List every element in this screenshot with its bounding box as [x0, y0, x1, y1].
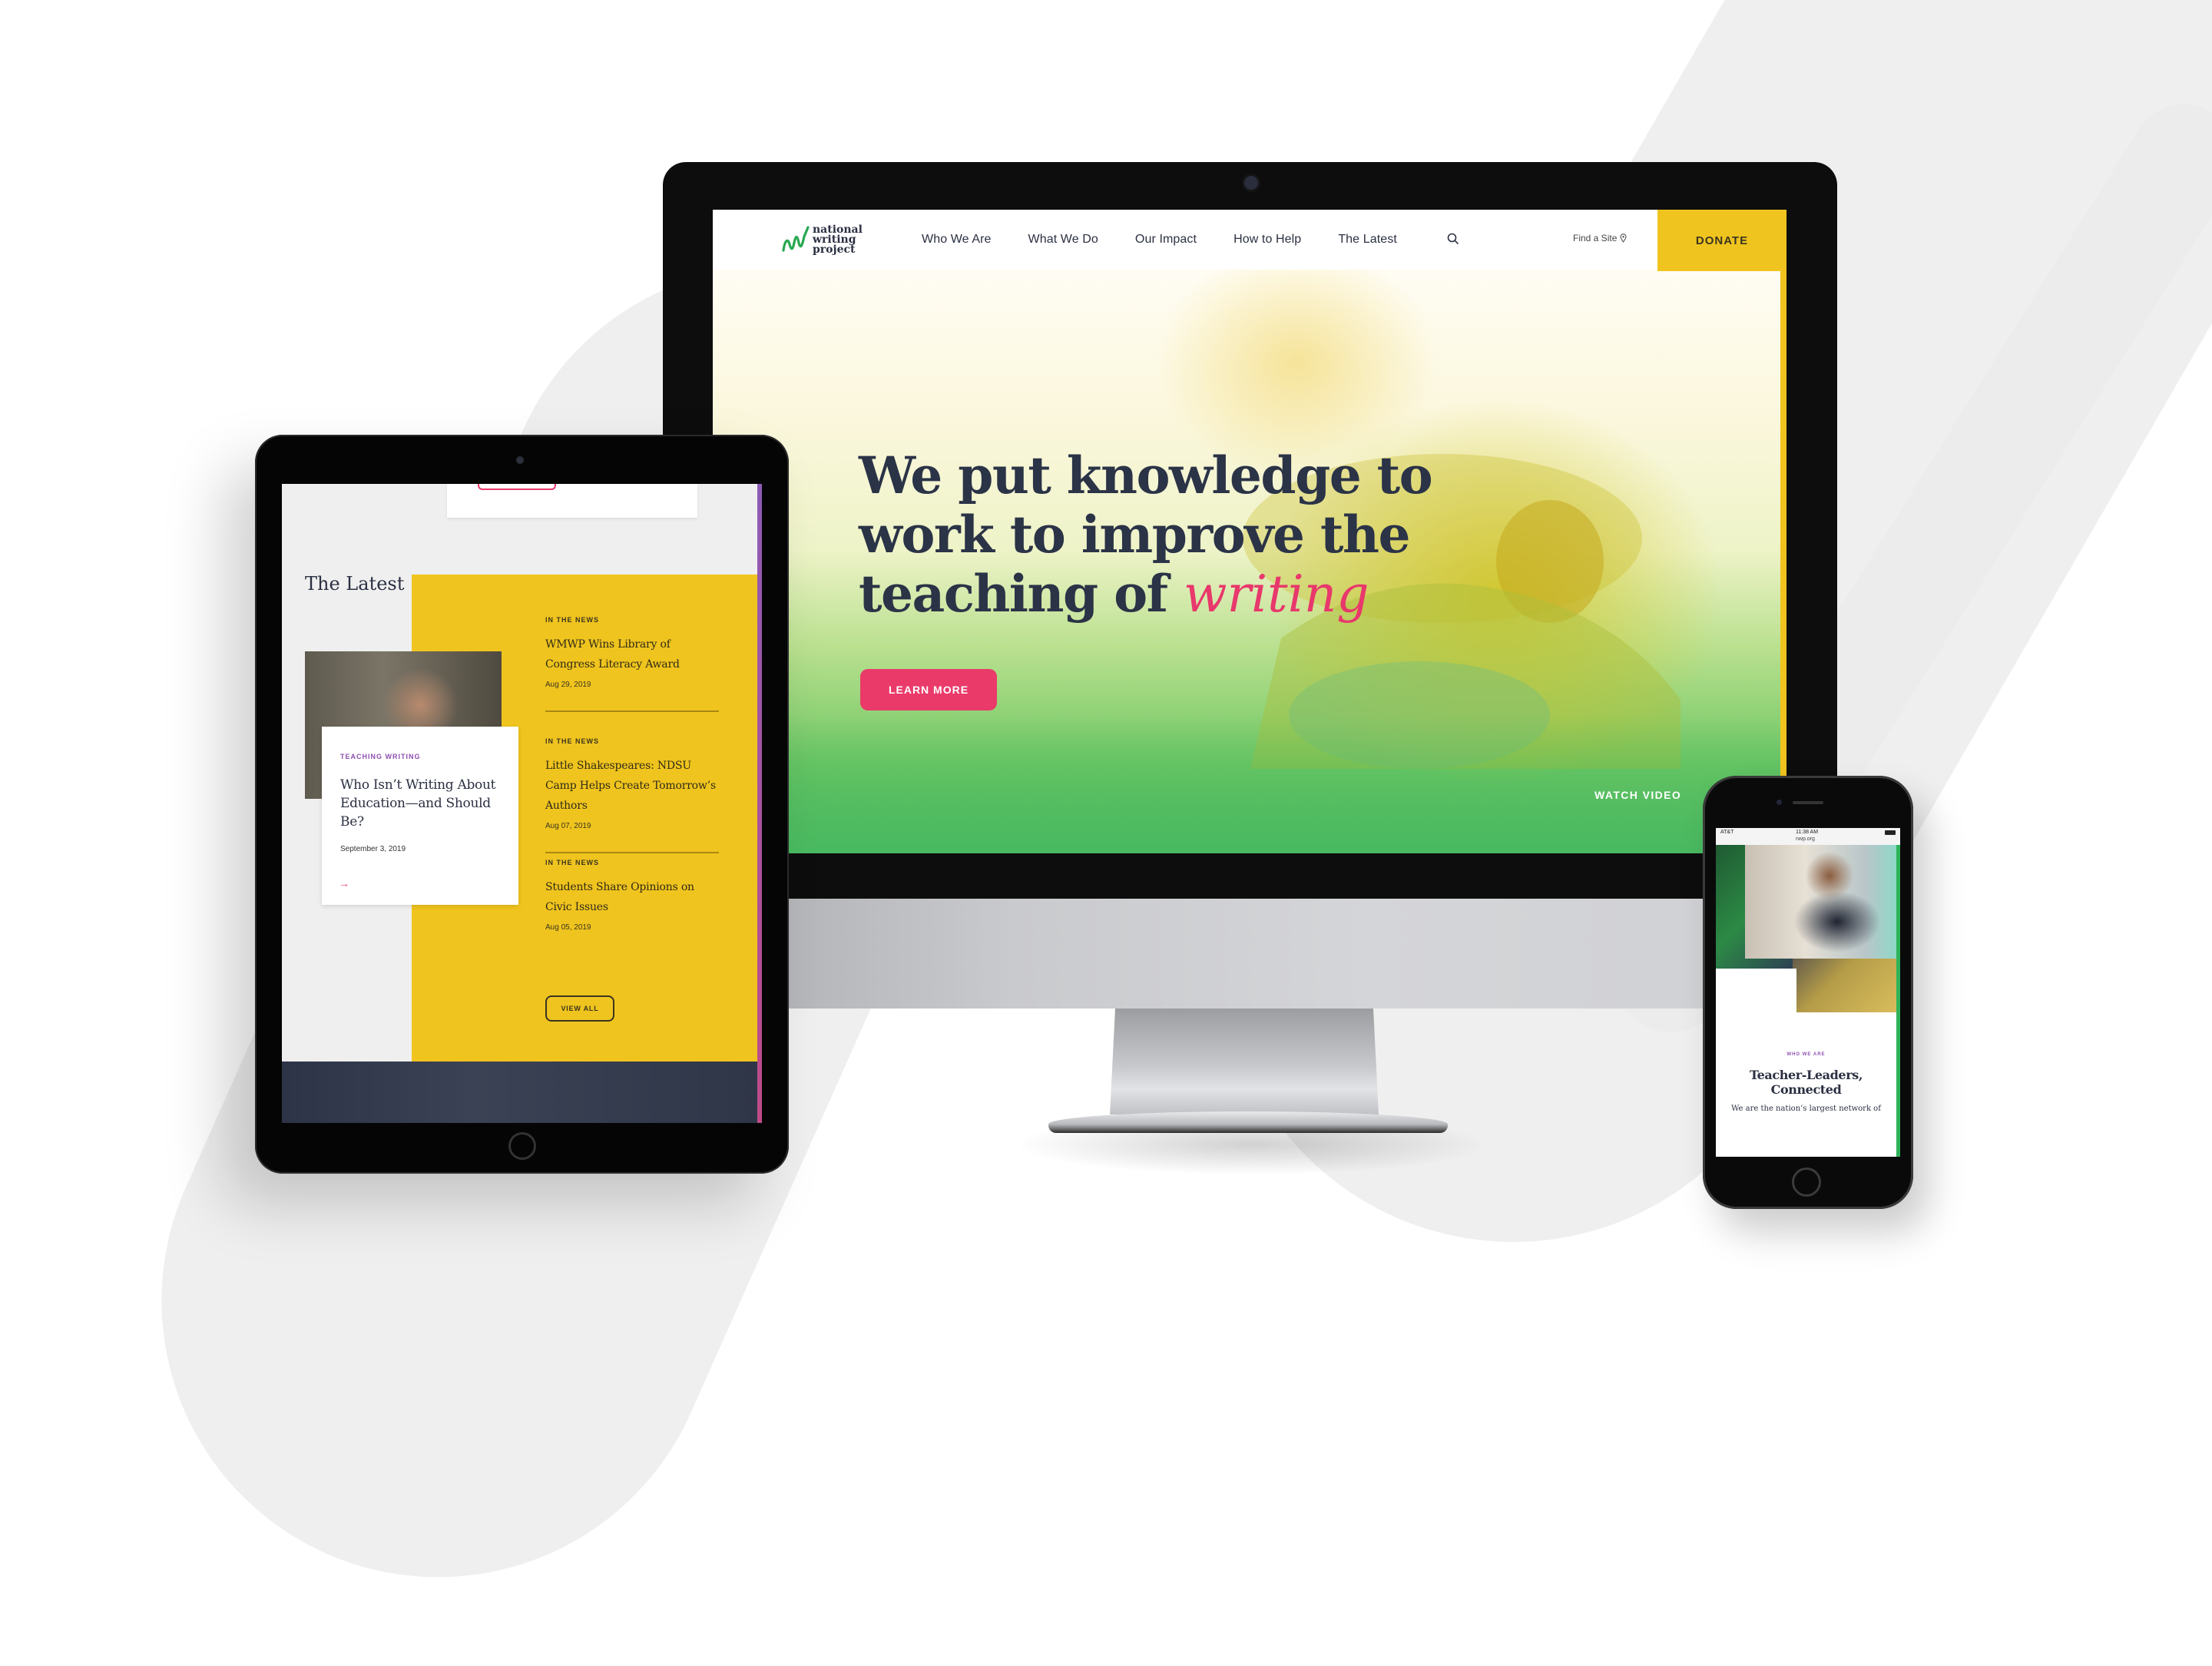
- tablet-camera: [516, 456, 524, 464]
- donate-button[interactable]: DONATE: [1657, 210, 1786, 271]
- desktop-screen: We put knowledge to work to improve the …: [713, 210, 1786, 853]
- feature-date: September 3, 2019: [340, 845, 406, 853]
- status-time: 11:38 AM: [1796, 830, 1819, 835]
- hero-section: We put knowledge to work to improve the …: [713, 270, 1780, 853]
- phone-home-button: [1792, 1168, 1821, 1197]
- feature-category[interactable]: TEACHING WRITING: [340, 753, 421, 760]
- previous-card: [447, 484, 697, 518]
- logo-line-project: project: [813, 243, 856, 256]
- tablet-footer-image: [282, 1062, 762, 1123]
- news-divider: [545, 710, 719, 712]
- news-date: Aug 07, 2019: [545, 822, 591, 830]
- headline-line-3: teaching of: [859, 564, 1184, 624]
- news-divider: [545, 852, 719, 853]
- desktop-monitor: We put knowledge to work to improve the …: [663, 162, 1837, 899]
- phone-white-block: [1716, 969, 1796, 1012]
- phone-status-bar: AT&T 11:38 AM nwp.org: [1716, 828, 1900, 845]
- logo-wordmark: national writing project: [813, 224, 863, 256]
- feature-card[interactable]: TEACHING WRITING Who Isn’t Writing About…: [322, 727, 518, 905]
- nav-how-to-help[interactable]: How to Help: [1233, 233, 1301, 247]
- carrier-label: AT&T: [1720, 830, 1734, 835]
- phone-camera: [1777, 800, 1782, 805]
- phone-title-line-1: Teacher-Leaders,: [1749, 1068, 1863, 1082]
- news-tag: IN THE NEWS: [545, 737, 600, 745]
- site-header: national writing project Who We Are What…: [713, 210, 1786, 270]
- who-we-are-eyebrow: WHO WE ARE: [1786, 1052, 1826, 1057]
- news-tag: IN THE NEWS: [545, 616, 600, 624]
- arrow-right-icon[interactable]: →: [339, 877, 349, 889]
- news-date: Aug 29, 2019: [545, 681, 591, 689]
- learn-more-button[interactable]: LEARN MORE: [860, 669, 997, 710]
- purple-accent-bar: [757, 484, 762, 1123]
- previous-card-button[interactable]: [478, 484, 556, 490]
- monitor-stand-neck: [1110, 1009, 1379, 1115]
- view-all-button[interactable]: VIEW ALL: [545, 995, 614, 1022]
- phone-speaker: [1793, 801, 1823, 804]
- find-a-site-link[interactable]: Find a Site: [1573, 233, 1627, 243]
- phone-device: AT&T 11:38 AM nwp.org WHO WE ARE Teacher…: [1703, 776, 1913, 1209]
- monitor-chin: [663, 899, 1837, 1009]
- phone-screen: AT&T 11:38 AM nwp.org WHO WE ARE Teacher…: [1716, 828, 1900, 1157]
- news-item[interactable]: IN THE NEWS Little Shakespeares: NDSU Ca…: [545, 737, 719, 853]
- browser-url[interactable]: nwp.org: [1796, 836, 1815, 842]
- news-tag: IN THE NEWS: [545, 859, 600, 866]
- news-title[interactable]: Little Shakespeares: NDSU Camp Helps Cre…: [545, 756, 719, 816]
- nav-our-impact[interactable]: Our Impact: [1135, 233, 1197, 247]
- phone-section-title: Teacher-Leaders, Connected: [1716, 1068, 1896, 1097]
- nwp-squiggle-logo-icon: [782, 226, 810, 252]
- phone-green-accent: [1896, 845, 1900, 1157]
- phone-body-text: We are the nation’s largest network of: [1731, 1105, 1881, 1113]
- phone-hero-photo: [1745, 845, 1896, 959]
- headline-line-1: We put knowledge to: [859, 445, 1433, 505]
- tablet-screen: The Latest TEACHING WRITING Who Isn’t Wr…: [282, 484, 762, 1123]
- news-item[interactable]: IN THE NEWS WMWP Wins Library of Congres…: [545, 616, 719, 712]
- yellow-accent-bar: [1780, 270, 1786, 853]
- watch-video-link[interactable]: WATCH VIDEO: [1594, 789, 1681, 801]
- news-title[interactable]: Students Share Opinions on Civic Issues: [545, 877, 719, 917]
- nav-the-latest[interactable]: The Latest: [1338, 233, 1397, 247]
- tablet-device: The Latest TEACHING WRITING Who Isn’t Wr…: [255, 435, 789, 1174]
- primary-nav: Who We Are What We Do Our Impact How to …: [922, 210, 1434, 270]
- news-item[interactable]: IN THE NEWS Students Share Opinions on C…: [545, 859, 719, 932]
- battery-icon: [1885, 830, 1896, 835]
- search-icon[interactable]: [1447, 233, 1459, 245]
- nwp-logo[interactable]: national writing project: [780, 219, 863, 260]
- feature-title[interactable]: Who Isn’t Writing About Education—and Sh…: [340, 776, 509, 831]
- monitor-camera: [1244, 176, 1258, 190]
- news-title[interactable]: WMWP Wins Library of Congress Literacy A…: [545, 634, 719, 674]
- hero-headline: We put knowledge to work to improve the …: [859, 446, 1488, 624]
- headline-accent-writing: writing: [1184, 565, 1369, 624]
- headline-line-2: work to improve the: [859, 505, 1410, 565]
- tablet-home-button: [508, 1132, 536, 1160]
- news-date: Aug 05, 2019: [545, 923, 591, 932]
- phone-title-line-2: Connected: [1770, 1082, 1842, 1097]
- nav-who-we-are[interactable]: Who We Are: [922, 233, 992, 247]
- map-pin-icon: [1620, 234, 1627, 243]
- monitor-stand-foot: [1048, 1111, 1448, 1133]
- find-a-site-label: Find a Site: [1573, 233, 1618, 243]
- hero-grass-overlay: [713, 715, 1780, 853]
- nav-what-we-do[interactable]: What We Do: [1028, 233, 1098, 247]
- the-latest-heading: The Latest: [305, 573, 405, 595]
